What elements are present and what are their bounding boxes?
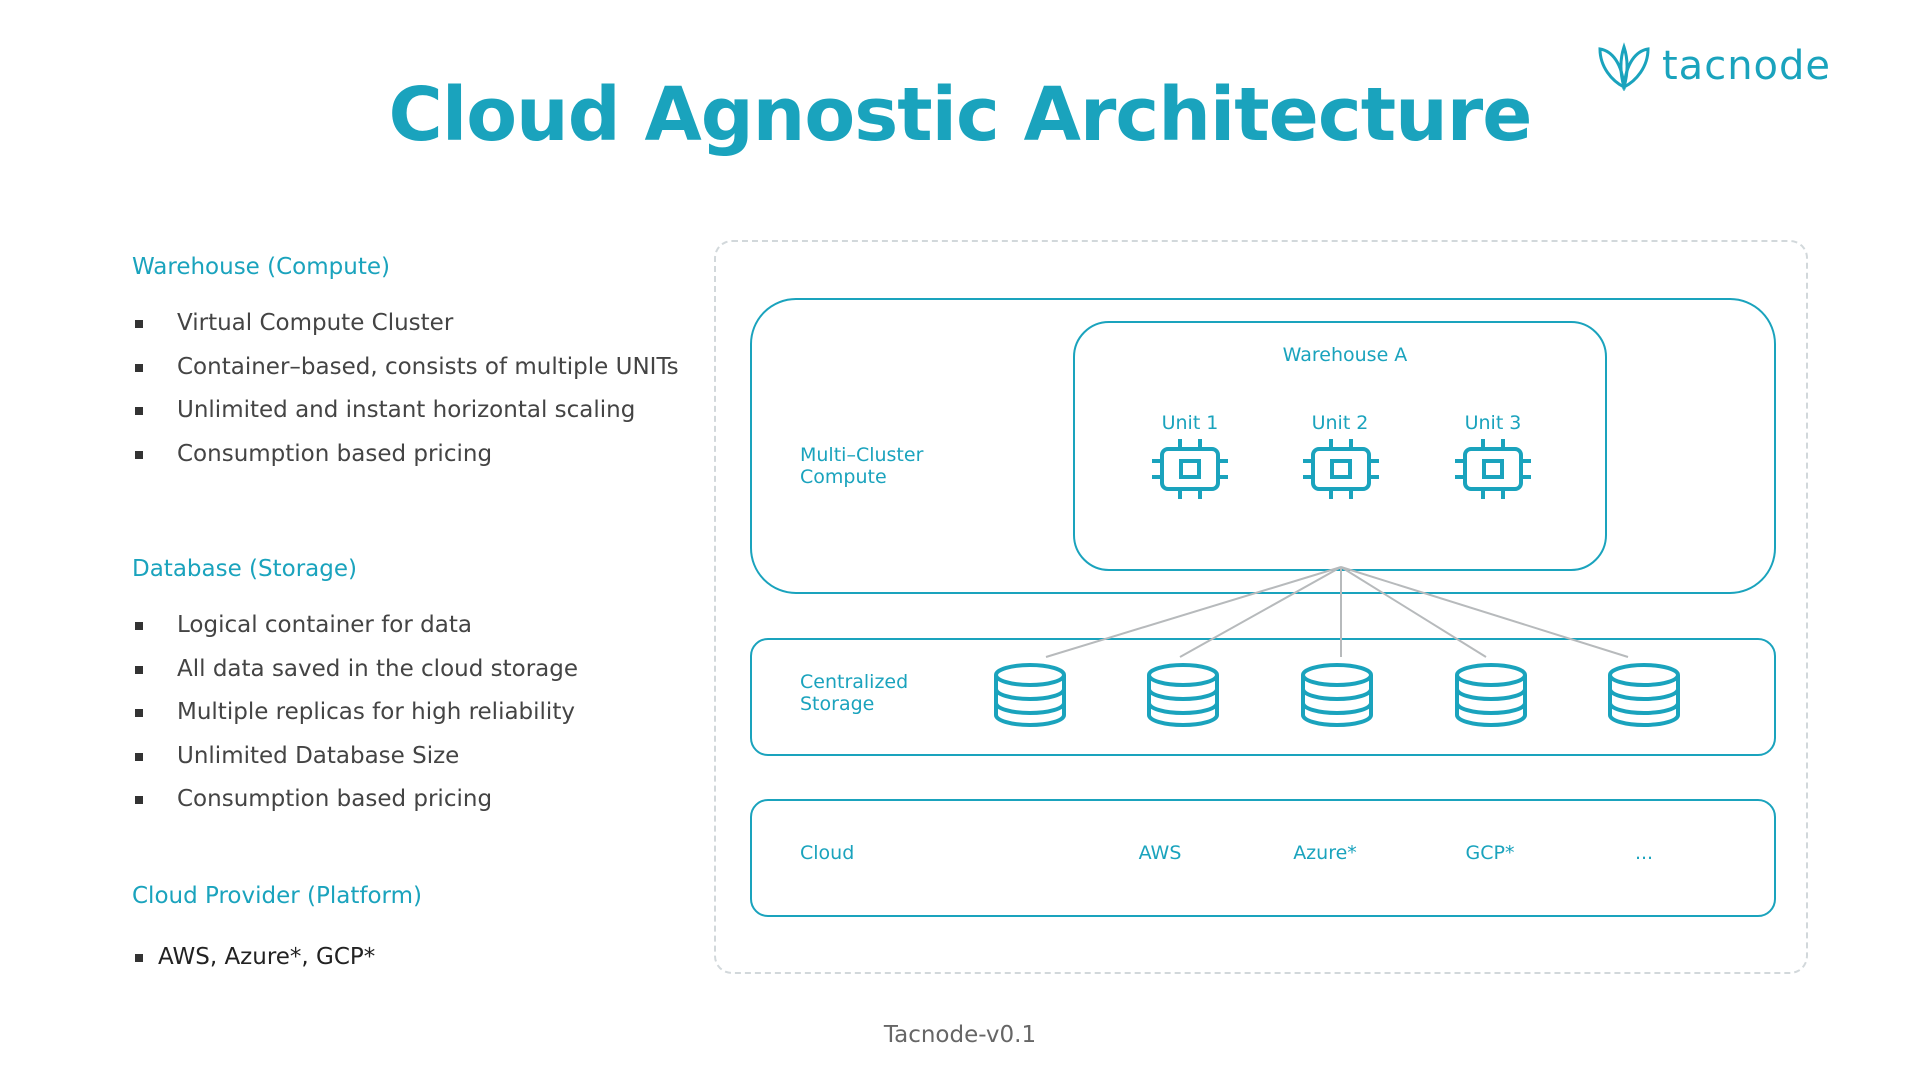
warehouse-list: Virtual Compute Cluster Container–based,… [132,308,679,482]
list-item: AWS, Azure*, GCP* [132,942,375,986]
provider-label: GCP* [1465,842,1515,864]
list-item: Multiple replicas for high reliability [132,697,578,741]
unit-label: Unit 3 [1464,412,1522,434]
list-item: Consumption based pricing [132,784,578,828]
storage-label: Centralized Storage [800,671,909,715]
list-item-text: Multiple replicas for high reliability [177,699,575,725]
cloud-label: Cloud [800,842,855,864]
bullet-square-icon [135,363,143,372]
list-item-text: AWS, Azure*, GCP* [158,944,376,970]
list-item-text: Consumption based pricing [177,440,493,467]
unit-label: Unit 2 [1311,412,1369,434]
bullet-square-icon [135,954,143,962]
bullet-square-icon [135,407,143,415]
database-heading: Database (Storage) [132,556,357,582]
bullet-square-icon [135,450,143,459]
bullet-square-icon [135,796,143,804]
bullet-square-icon [135,320,143,328]
unit-label: Unit 1 [1161,412,1219,434]
list-item-text: All data saved in the cloud storage [177,655,578,682]
bullet-square-icon [135,752,143,761]
list-item: Unlimited and instant horizontal scaling [132,395,679,439]
list-item-text: Container–based, consists of multiple UN… [177,353,679,380]
list-item: Logical container for data [132,610,578,654]
list-item-text: Logical container for data [177,612,472,638]
list-item-text: Virtual Compute Cluster [177,310,454,336]
provider-label: ... [1634,842,1654,864]
list-item-text: Unlimited Database Size [177,742,460,769]
database-list: Logical container for data All data save… [132,610,578,828]
cloud-heading: Cloud Provider (Platform) [132,883,422,909]
list-item: Virtual Compute Cluster [132,308,679,352]
list-item: Unlimited Database Size [132,741,578,785]
provider-label: AWS [1138,842,1182,864]
list-item-text: Consumption based pricing [177,786,493,812]
list-item-text: Unlimited and instant horizontal scaling [177,397,636,423]
list-item: All data saved in the cloud storage [132,654,578,698]
footer-version: Tacnode-v0.1 [883,1022,1037,1048]
bullet-square-icon [135,622,143,630]
cloud-list: AWS, Azure*, GCP* [132,942,375,986]
bullet-square-icon [135,665,143,674]
provider-label: Azure* [1293,842,1357,864]
list-item: Consumption based pricing [132,439,679,483]
list-item: Container–based, consists of multiple UN… [132,352,679,396]
warehouse-label: Warehouse A [1282,344,1408,366]
bullet-square-icon [135,709,143,717]
compute-label: Multi–Cluster Compute [800,444,924,488]
warehouse-heading: Warehouse (Compute) [132,254,390,280]
page-title: Cloud Agnostic Architecture [388,72,1533,158]
